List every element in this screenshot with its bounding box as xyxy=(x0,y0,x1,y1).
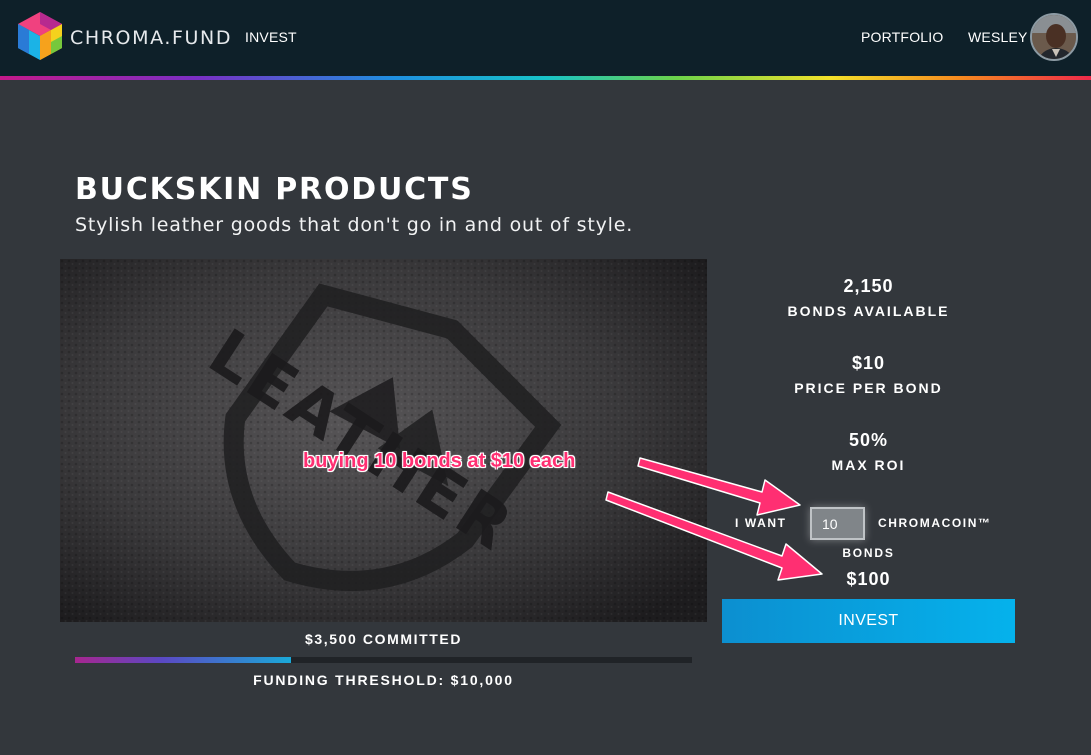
funding-threshold: FUNDING THRESHOLD: $10,000 xyxy=(253,672,514,688)
page-title: BUCKSKIN PRODUCTS xyxy=(75,172,474,207)
chroma-cube-logo-icon[interactable] xyxy=(16,10,64,62)
total-cost: $100 xyxy=(846,569,891,589)
i-want-label: I WANT xyxy=(735,516,787,530)
price-per-bond-value: $10 xyxy=(851,353,886,373)
stat-max-roi: 50% MAX ROI xyxy=(722,430,1015,473)
committed-amount: $3,500 COMMITTED xyxy=(304,631,463,647)
funding-progress-fill xyxy=(75,657,291,663)
invest-button[interactable]: INVEST xyxy=(722,599,1015,643)
rainbow-divider xyxy=(0,76,1091,80)
bonds-available-label: BONDS AVAILABLE xyxy=(787,303,950,319)
max-roi-value: 50% xyxy=(848,430,889,450)
nav-portfolio-link[interactable]: PORTFOLIO xyxy=(861,29,943,45)
user-menu-link[interactable]: WESLEY xyxy=(968,29,1028,45)
brand-name[interactable]: CHROMA.FUND xyxy=(70,27,232,49)
bonds-label: BONDS xyxy=(842,546,895,560)
annotation-text: buying 10 bonds at $10 each xyxy=(303,450,576,472)
product-image: LEATHER xyxy=(60,259,707,622)
funding-progress-bar xyxy=(75,657,692,663)
embossed-leather-logo-image: LEATHER xyxy=(60,259,707,622)
stat-price-per-bond: $10 PRICE PER BOND xyxy=(722,353,1015,396)
bonds-available-value: 2,150 xyxy=(843,276,894,296)
stat-bonds-available: 2,150 BONDS AVAILABLE xyxy=(722,276,1015,319)
max-roi-label: MAX ROI xyxy=(831,457,906,473)
chromacoin-label: CHROMACOIN™ xyxy=(878,516,992,530)
user-avatar[interactable] xyxy=(1030,13,1078,61)
nav-invest-link[interactable]: INVEST xyxy=(245,29,297,45)
page-subtitle: Stylish leather goods that don't go in a… xyxy=(75,214,634,236)
price-per-bond-label: PRICE PER BOND xyxy=(794,380,943,396)
bond-quantity-input[interactable] xyxy=(810,507,865,540)
